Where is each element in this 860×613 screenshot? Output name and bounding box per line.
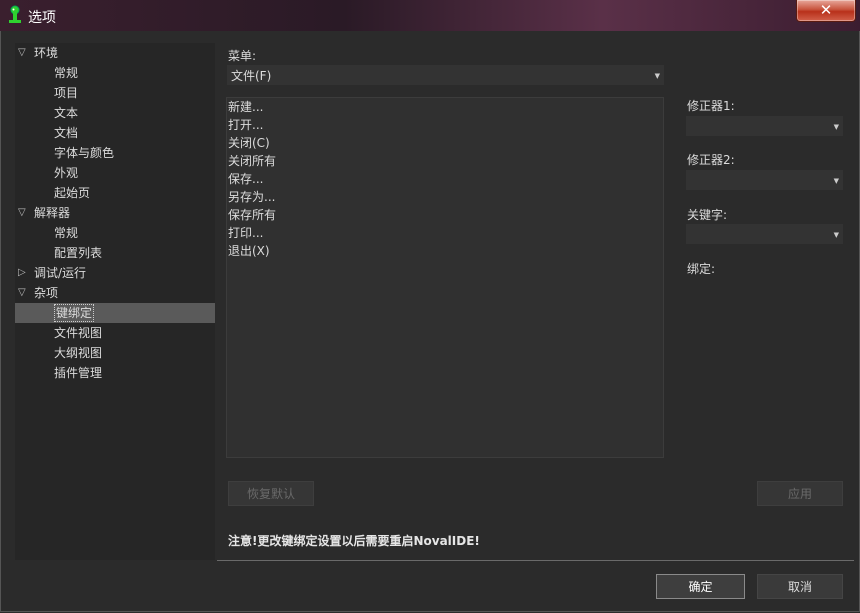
command-item[interactable]: 另存为... [228, 188, 275, 206]
tree-item-label: 项目 [54, 86, 79, 100]
modifier1-label: 修正器1: [687, 99, 735, 113]
ok-button[interactable]: 确定 [656, 574, 745, 599]
tree-item[interactable]: 常规 [15, 223, 215, 243]
menu-select-value: 文件(F) [231, 69, 272, 83]
chevron-down-icon: ▼ [833, 231, 839, 239]
tree-item-label: 文档 [54, 126, 79, 140]
tree-item[interactable]: 项目 [15, 83, 215, 103]
tree-item-label: 大纲视图 [54, 346, 103, 360]
tree-item-label: 调试/运行 [34, 266, 87, 280]
restore-default-button[interactable]: 恢复默认 [228, 481, 314, 506]
tree-item[interactable]: 字体与颜色 [15, 143, 215, 163]
chevron-down-icon: ▼ [833, 177, 839, 185]
tree-item[interactable]: ▽ 杂项 [15, 283, 215, 303]
tree-item[interactable]: ▽ 环境 [15, 43, 215, 63]
command-item[interactable]: 打开... [228, 116, 263, 134]
tree-item[interactable]: 配置列表 [15, 243, 215, 263]
tree-item-label: 字体与颜色 [54, 146, 115, 160]
modifier2-select[interactable]: ▼ [685, 169, 844, 191]
tree-item-label: 解释器 [34, 206, 71, 220]
keyword-select[interactable]: ▼ [685, 223, 844, 245]
tree-item-label: 起始页 [54, 186, 91, 200]
restart-notice: 注意!更改键绑定设置以后需要重启NovalIDE! [228, 534, 480, 548]
app-icon [9, 5, 21, 23]
tree-item-label: 常规 [54, 226, 79, 240]
title-bar: 选项 ✕ [0, 0, 860, 31]
tree-item-label: 键绑定 [54, 304, 95, 322]
command-item[interactable]: 保存所有 [228, 206, 276, 224]
command-item[interactable]: 保存... [228, 170, 263, 188]
tree-item[interactable]: ▽ 解释器 [15, 203, 215, 223]
tree-item-label: 文本 [54, 106, 79, 120]
modifier2-label: 修正器2: [687, 153, 735, 167]
tree-item-label: 插件管理 [54, 366, 103, 380]
chevron-down-icon: ▼ [833, 123, 839, 131]
menu-label: 菜单: [228, 49, 257, 63]
command-item[interactable]: 关闭(C) [228, 134, 270, 152]
tree-item[interactable]: 常规 [15, 63, 215, 83]
tree-item[interactable]: 外观 [15, 163, 215, 183]
tree-item[interactable]: ▷ 调试/运行 [15, 263, 215, 283]
options-tree[interactable]: ▽ 环境 常规 项目 文本 文档 字体与颜色 外观 起始页 ▽ 解释器 常规 配置列表 ▷ 调试/运行 ▽ 杂项… [15, 43, 215, 560]
tree-item[interactable]: 键绑定 [15, 303, 215, 323]
tree-item-label: 外观 [54, 166, 79, 180]
tree-item-label: 环境 [34, 46, 59, 60]
expand-arrow-icon[interactable]: ▽ [18, 43, 30, 63]
tree-item[interactable]: 插件管理 [15, 363, 215, 383]
apply-button[interactable]: 应用 [757, 481, 843, 506]
menu-select[interactable]: 文件(F) ▼ [226, 64, 665, 86]
tree-item[interactable]: 文件视图 [15, 323, 215, 343]
tree-item[interactable]: 大纲视图 [15, 343, 215, 363]
expand-arrow-icon[interactable]: ▽ [18, 203, 30, 223]
close-icon: ✕ [819, 1, 833, 19]
expand-arrow-icon[interactable]: ▽ [18, 283, 30, 303]
window-title: 选项 [28, 10, 56, 26]
command-item[interactable]: 打印... [228, 224, 263, 242]
command-item[interactable]: 新建... [228, 98, 263, 116]
tree-item[interactable]: 文档 [15, 123, 215, 143]
chevron-down-icon: ▼ [654, 72, 660, 80]
cancel-button[interactable]: 取消 [757, 574, 843, 599]
keyword-label: 关键字: [687, 208, 728, 222]
command-item[interactable]: 退出(X) [228, 242, 270, 260]
tree-item[interactable]: 起始页 [15, 183, 215, 203]
command-list[interactable]: 新建... 打开... 关闭(C) 关闭所有 保存... 另存为... 保存所有 打印... 退… [226, 97, 664, 458]
divider [217, 560, 854, 561]
command-item[interactable]: 关闭所有 [228, 152, 276, 170]
modifier1-select[interactable]: ▼ [685, 115, 844, 137]
tree-item[interactable]: 文本 [15, 103, 215, 123]
close-button[interactable]: ✕ [796, 0, 856, 22]
tree-item-label: 杂项 [34, 286, 59, 300]
tree-item-label: 文件视图 [54, 326, 103, 340]
collapse-arrow-icon[interactable]: ▷ [18, 263, 30, 283]
binding-label: 绑定: [687, 262, 716, 276]
tree-item-label: 常规 [54, 66, 79, 80]
tree-item-label: 配置列表 [54, 246, 103, 260]
